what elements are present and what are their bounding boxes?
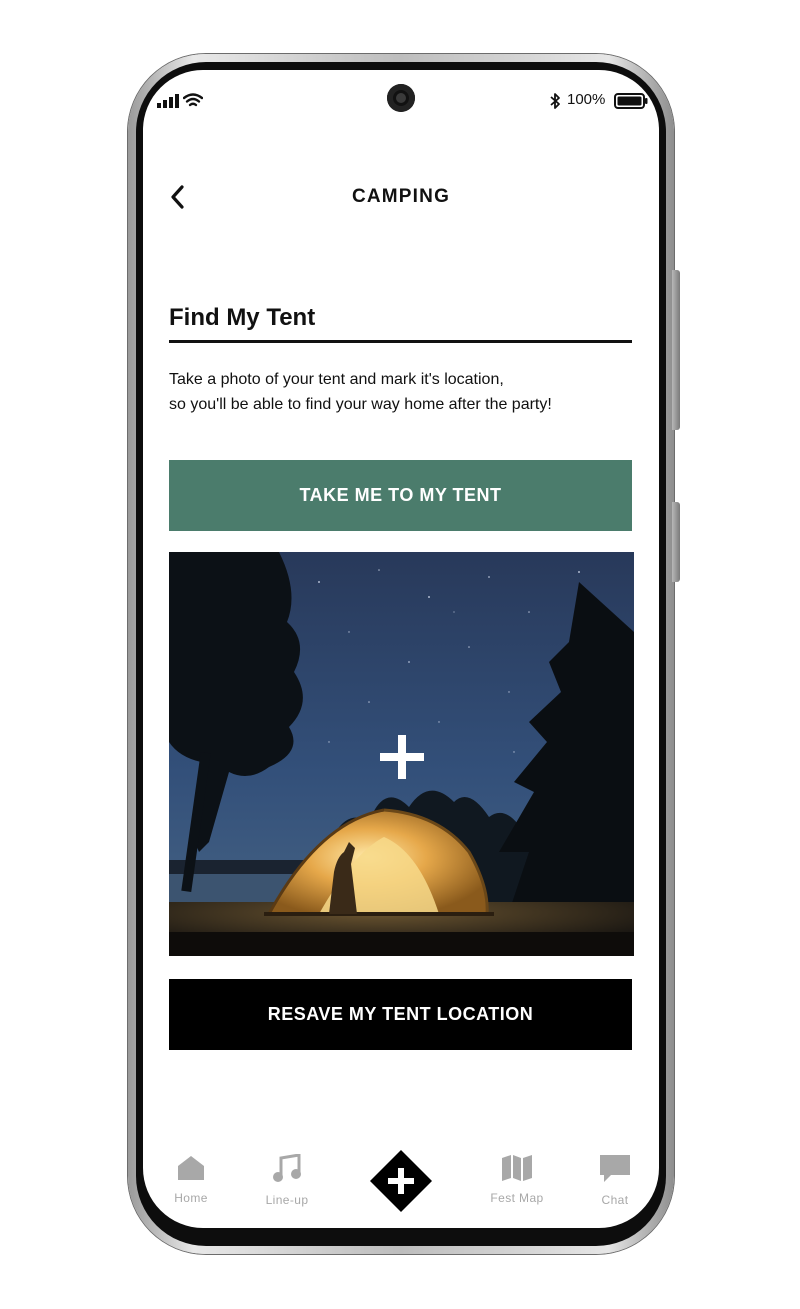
phone-screen: 100% CAMPING Find My Tent Take a photo o…: [143, 70, 659, 1228]
nav-lineup[interactable]: Line-up: [247, 1153, 327, 1207]
stage: 100% CAMPING Find My Tent Take a photo o…: [0, 0, 800, 1309]
chat-bubble-icon: [599, 1155, 631, 1188]
add-plus-diamond-icon: [370, 1150, 432, 1216]
resave-tent-location-button[interactable]: RESAVE MY TENT LOCATION: [169, 979, 632, 1050]
nav-chat[interactable]: Chat: [575, 1154, 655, 1207]
description-line: Take a photo of your tent and mark it's …: [169, 371, 504, 388]
description-line: so you'll be able to find your way home …: [169, 396, 552, 413]
page-title: CAMPING: [351, 186, 451, 207]
battery-icon: [614, 93, 648, 114]
nav-label-home: Home: [174, 1191, 208, 1205]
description-text: Take a photo of your tent and mark it's …: [169, 367, 632, 417]
music-note-icon: [272, 1153, 302, 1188]
section-divider: [169, 340, 632, 343]
nav-label-lineup: Line-up: [265, 1193, 309, 1207]
section-title: Find My Tent: [169, 304, 316, 331]
nav-home[interactable]: Home: [151, 1154, 231, 1205]
power-button: [672, 502, 680, 582]
tent-photo-image: [169, 552, 634, 956]
wifi-icon: [182, 93, 204, 114]
nav-fest-map[interactable]: Fest Map: [477, 1154, 557, 1205]
nav-label-fest-map: Fest Map: [490, 1191, 544, 1205]
nav-label-chat: Chat: [601, 1193, 629, 1207]
bottom-navigation: Home Line-up Fest Map Chat: [143, 1140, 659, 1228]
signal-icon: [157, 94, 179, 113]
nav-add-button[interactable]: [370, 1150, 432, 1212]
home-icon: [176, 1156, 206, 1186]
bluetooth-icon: [549, 92, 561, 115]
battery-percentage: 100%: [567, 91, 606, 108]
status-bar: 100%: [143, 70, 659, 130]
volume-button: [672, 270, 680, 430]
take-me-to-my-tent-button[interactable]: TAKE ME TO MY TENT: [169, 460, 632, 531]
map-icon: [501, 1155, 533, 1186]
front-camera: [387, 84, 415, 112]
tent-photo[interactable]: [169, 552, 634, 956]
